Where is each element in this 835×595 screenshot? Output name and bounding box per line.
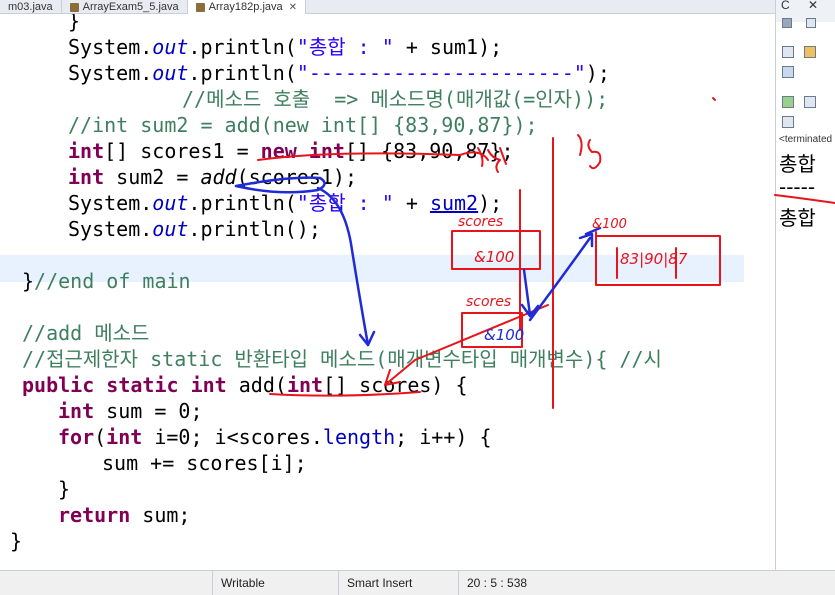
code-line: int sum = 0; xyxy=(58,399,203,423)
java-file-icon xyxy=(69,2,79,12)
console-panel: C ✕ <terminated 총합 ----- 총합 xyxy=(775,0,835,570)
code-line: int sum2 = add(scores1); xyxy=(68,165,357,189)
toolbar-icon[interactable] xyxy=(782,46,794,58)
code-line: System.out.println("총합 : " + sum1); xyxy=(68,35,503,59)
tab-array182p[interactable]: Array182p.java ✕ xyxy=(187,0,307,14)
code-line: return sum; xyxy=(58,503,191,527)
toolbar-icon[interactable] xyxy=(782,96,794,108)
code-comment: //add 메소드 xyxy=(22,321,150,345)
tab-m03[interactable]: m03.java xyxy=(0,0,62,14)
code-line: }//end of main xyxy=(22,269,191,293)
code-line: } xyxy=(68,14,81,33)
pin-icon[interactable] xyxy=(782,66,794,78)
code-line: for(int i=0; i<scores.length; i++) { xyxy=(58,425,492,449)
tab-label: ArrayExam5_5.java xyxy=(82,1,179,13)
code-line: sum += scores[i]; xyxy=(102,451,307,475)
code-line: System.out.println("총합 : " + sum2); xyxy=(68,191,503,215)
panel-tab-c[interactable]: C xyxy=(781,0,790,12)
code-line: } xyxy=(10,529,23,553)
status-bar: Writable Smart Insert 20 : 5 : 538 xyxy=(0,570,835,595)
display-console-icon[interactable] xyxy=(782,116,794,128)
console-line: ----- xyxy=(779,175,816,199)
toolbar-icon[interactable] xyxy=(804,46,816,58)
code-comment: //메소드 호출 => 메소드명(매개값(=인자)); xyxy=(182,87,609,111)
editor-tab-bar: m03.java ArrayExam5_5.java Array182p.jav… xyxy=(0,0,775,14)
console-line: 총합 xyxy=(779,206,816,230)
tab-label: Array182p.java xyxy=(208,1,283,13)
code-editor[interactable]: } System.out.println("총합 : " + sum1); Sy… xyxy=(0,14,744,570)
code-comment: //접근제한자 static 반환타입 메소드(매개변수타입 매개변수){ //… xyxy=(22,347,662,371)
status-cursor-position: 20 : 5 : 538 xyxy=(458,571,568,595)
maximize-icon[interactable] xyxy=(806,18,816,28)
status-insert-mode[interactable]: Smart Insert xyxy=(338,571,458,595)
tab-label: m03.java xyxy=(8,1,53,13)
code-line: } xyxy=(58,477,71,501)
java-file-icon xyxy=(195,2,205,12)
code-line: public static int add(int[] scores) { xyxy=(22,373,468,397)
code-line: System.out.println(); xyxy=(68,217,321,241)
terminated-label: <terminated xyxy=(779,134,833,145)
close-panel-icon[interactable]: ✕ xyxy=(808,0,818,12)
close-tab-icon[interactable]: ✕ xyxy=(289,2,297,13)
minimize-icon[interactable] xyxy=(782,18,792,28)
view-menu-icon[interactable] xyxy=(804,96,816,108)
status-writable: Writable xyxy=(212,571,338,595)
code-line: int[] scores1 = new int[] {83,90,87}; xyxy=(68,139,514,163)
console-line: 총합 xyxy=(779,152,816,176)
code-comment: //int sum2 = add(new int[] {83,90,87}); xyxy=(68,113,538,137)
code-line: System.out.println("--------------------… xyxy=(68,61,610,85)
tab-arrayexam5-5[interactable]: ArrayExam5_5.java xyxy=(62,0,188,14)
